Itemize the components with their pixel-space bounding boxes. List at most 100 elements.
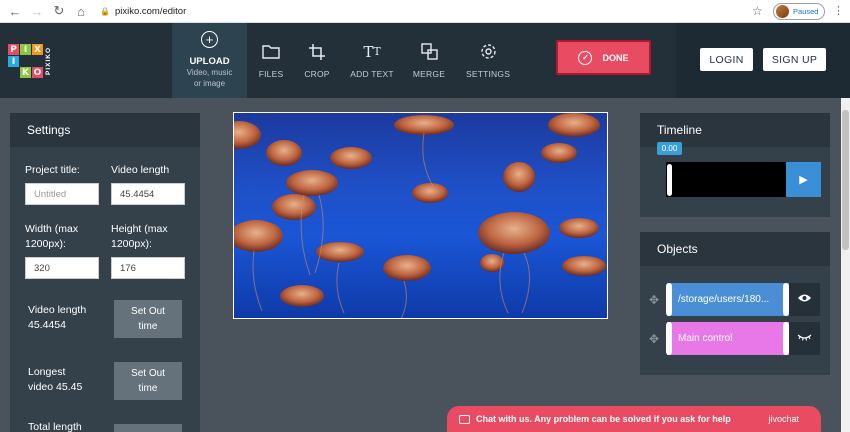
files-label: FILES [258, 69, 284, 79]
logo-letter: O [32, 67, 43, 78]
gear-icon [480, 43, 497, 60]
object-bar[interactable]: /storage/users/180... [667, 283, 789, 316]
width-input[interactable]: 320 [25, 257, 99, 279]
video-length-info-value: 45.4454 [28, 319, 66, 331]
object-row[interactable]: ✥ /storage/users/180... [640, 282, 830, 317]
login-button[interactable]: LOGIN [700, 48, 753, 71]
add-text-label: ADD TEXT [350, 69, 394, 79]
project-title-label: Project title: [25, 164, 80, 176]
auth-area: LOGIN SIGN UP [676, 23, 850, 98]
video-length-input[interactable]: 45.4454 [111, 183, 185, 205]
merge-icon [420, 43, 438, 60]
reload-icon[interactable]: ↻ [50, 2, 68, 20]
settings-label: SETTINGS [465, 69, 511, 79]
set-out-time-label: time [138, 383, 158, 394]
pixiko-logo[interactable]: P I X I K O PIXIKO [8, 44, 54, 78]
timeline-handle[interactable] [667, 164, 672, 196]
objects-panel: Objects ✥ /storage/users/180... ✥ Main c… [640, 232, 830, 375]
done-label: DONE [602, 52, 629, 63]
width-label-line2: 1200px): [25, 238, 66, 250]
settings-title: Settings [10, 113, 200, 147]
visibility-toggle[interactable] [789, 283, 820, 316]
longest-label: Longest [28, 366, 66, 378]
chat-widget[interactable]: Chat with us. Any problem can be solved … [447, 406, 821, 432]
video-length-info-label: Video length [28, 304, 87, 316]
video-preview[interactable] [233, 112, 608, 319]
upload-label: UPLOAD [189, 56, 230, 67]
play-button[interactable]: ▶ [786, 162, 821, 197]
eye-closed-icon [797, 332, 812, 345]
forward-icon[interactable]: → [28, 2, 46, 20]
files-button[interactable]: FILES [256, 23, 286, 98]
set-out-time-button[interactable]: Set Out time [114, 362, 182, 400]
check-icon: ✓ [578, 50, 593, 65]
logo-letter: I [8, 56, 19, 67]
project-title-input[interactable]: Untitled [25, 183, 99, 205]
play-icon: ▶ [799, 174, 808, 186]
object-start-handle[interactable] [666, 283, 672, 316]
chat-brand: jivochat [768, 414, 799, 424]
back-icon[interactable]: ← [6, 2, 24, 20]
crop-button[interactable]: CROP [300, 23, 334, 98]
drag-handle-icon[interactable]: ✥ [649, 332, 659, 346]
profile-status: Paused [793, 7, 819, 16]
timeline-panel: Timeline 0.00 ▶ [640, 113, 830, 217]
chat-icon [459, 414, 470, 424]
set-out-time-button[interactable] [114, 424, 182, 432]
app-toolbar: P I X I K O PIXIKO + UPLOAD Video, music… [0, 23, 850, 98]
upload-subtitle-2: or image [193, 79, 226, 88]
object-label: Main control [678, 333, 733, 344]
jellyfish-image [234, 113, 606, 318]
logo-letter: P [8, 44, 19, 55]
url-text: pixiko.com/editor [114, 5, 187, 17]
height-input[interactable]: 176 [111, 257, 185, 279]
settings-button[interactable]: SETTINGS [466, 23, 510, 98]
upload-button[interactable]: + UPLOAD Video, music or image [172, 23, 247, 98]
settings-panel: Settings Project title: Video length Unt… [10, 113, 200, 432]
set-out-time-button[interactable]: Set Out time [114, 300, 182, 338]
crop-icon [309, 43, 325, 60]
visibility-toggle[interactable] [789, 322, 820, 355]
object-start-handle[interactable] [666, 322, 672, 355]
avatar [776, 5, 789, 18]
object-label: /storage/users/180... [678, 294, 770, 305]
chat-message: Chat with us. Any problem can be solved … [476, 414, 731, 424]
height-label-line1: Height (max [111, 223, 168, 235]
merge-label: MERGE [412, 69, 446, 79]
url-field[interactable]: 🔒 pixiko.com/editor [100, 6, 186, 17]
eye-icon [797, 293, 812, 306]
set-out-label: Set Out [131, 368, 165, 379]
drag-handle-icon[interactable]: ✥ [649, 293, 659, 307]
plus-circle-icon: + [201, 31, 218, 48]
set-out-label: Set Out [131, 306, 165, 317]
bookmark-star-icon[interactable]: ☆ [752, 4, 763, 18]
scrollbar-thumb[interactable] [842, 110, 849, 250]
folder-icon [262, 43, 280, 60]
timeline-track[interactable] [666, 162, 786, 197]
logo-letter: K [20, 67, 31, 78]
browser-menu-icon[interactable]: ⋮ [833, 4, 844, 17]
total-length-label: Total length [28, 421, 82, 432]
browser-address-bar: ← → ↻ ⌂ 🔒 pixiko.com/editor ☆ Paused ⋮ [0, 0, 850, 23]
object-row[interactable]: ✥ Main control [640, 321, 830, 356]
page-scrollbar[interactable] [841, 98, 850, 432]
home-icon[interactable]: ⌂ [72, 2, 90, 20]
set-out-time-label: time [138, 321, 158, 332]
logo-side-text: PIXIKO [45, 46, 52, 76]
width-label-line1: Width (max [25, 223, 79, 235]
done-button[interactable]: ✓ DONE [556, 40, 651, 75]
logo-letter: X [32, 44, 43, 55]
crop-label: CROP [304, 69, 330, 79]
add-text-button[interactable]: TT ADD TEXT [349, 23, 395, 98]
time-badge: 0.00 [657, 142, 682, 155]
merge-button[interactable]: MERGE [411, 23, 447, 98]
profile-button[interactable]: Paused [773, 3, 825, 20]
object-bar[interactable]: Main control [667, 322, 789, 355]
height-label-line2: 1200px): [111, 238, 152, 250]
logo-letter: I [20, 44, 31, 55]
text-icon: TT [363, 42, 381, 61]
objects-title: Objects [640, 232, 830, 266]
lock-icon: 🔒 [100, 6, 110, 16]
signup-button[interactable]: SIGN UP [763, 48, 826, 71]
longest-value: video 45.45 [28, 381, 83, 393]
